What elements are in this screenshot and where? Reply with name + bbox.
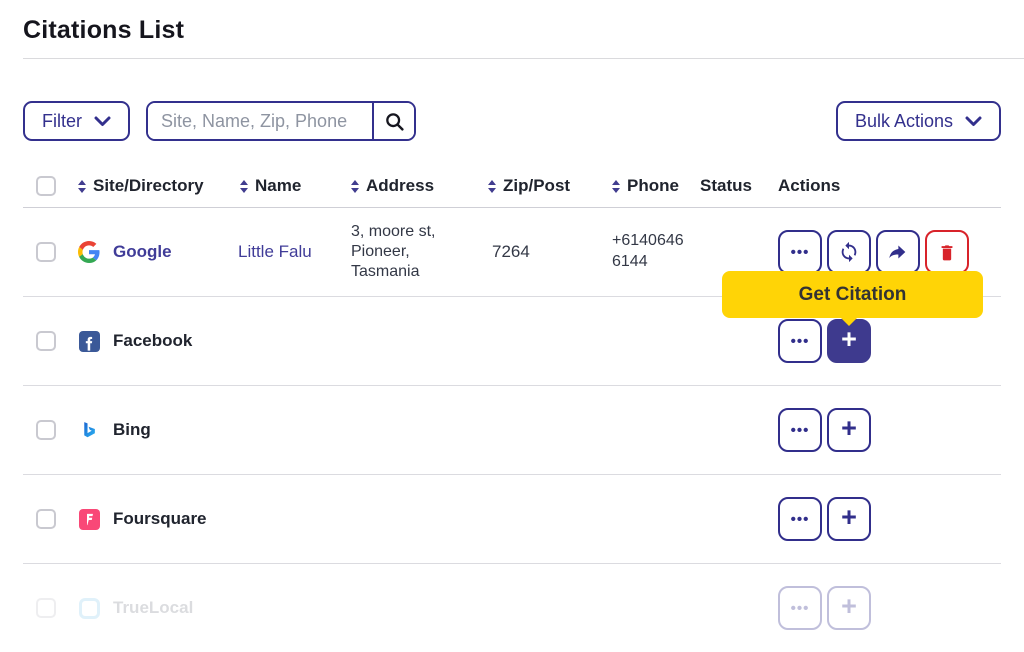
- header-status: Status: [692, 176, 768, 196]
- add-citation-button[interactable]: +: [827, 497, 871, 541]
- site-cell: Bing: [68, 419, 232, 441]
- ellipsis-icon: •••: [790, 421, 810, 439]
- site-name: Facebook: [113, 331, 193, 350]
- header-address[interactable]: Address: [345, 176, 480, 196]
- table-row: Bing ••• +: [23, 386, 1001, 475]
- get-citation-tooltip: Get Citation: [722, 271, 983, 326]
- actions-cell: ••• +: [768, 319, 1001, 363]
- bulk-actions-button[interactable]: Bulk Actions: [835, 101, 1001, 141]
- ellipsis-icon: •••: [790, 332, 810, 350]
- sort-icon: [612, 179, 620, 193]
- ellipsis-icon: •••: [790, 599, 810, 617]
- header-phone-label: Phone: [627, 176, 679, 195]
- more-actions-button[interactable]: •••: [778, 586, 822, 630]
- bing-logo-icon: [78, 419, 100, 441]
- sort-icon: [78, 179, 86, 193]
- row-checkbox[interactable]: [36, 598, 56, 618]
- site-name: Foursquare: [113, 509, 207, 528]
- more-actions-button[interactable]: •••: [778, 230, 822, 274]
- row-checkbox[interactable]: [36, 242, 56, 262]
- search-button[interactable]: [372, 103, 414, 139]
- plus-icon: +: [841, 591, 857, 621]
- chevron-down-icon: [94, 116, 111, 126]
- more-actions-button[interactable]: •••: [778, 408, 822, 452]
- add-citation-button[interactable]: +: [827, 586, 871, 630]
- header-site-directory[interactable]: Site/Directory: [68, 176, 232, 196]
- chevron-down-icon: [965, 116, 982, 126]
- header-site-label: Site/Directory: [93, 176, 204, 195]
- actions-cell: ••• +: [768, 408, 1001, 452]
- delete-button[interactable]: [925, 230, 969, 274]
- filter-label: Filter: [42, 110, 82, 131]
- actions-cell: •••: [768, 230, 1001, 274]
- bulk-actions-label: Bulk Actions: [854, 110, 953, 131]
- filter-button[interactable]: Filter: [23, 101, 130, 141]
- sort-icon: [240, 179, 248, 193]
- site-cell: Google: [68, 241, 232, 263]
- table-row: TrueLocal ••• +: [23, 564, 1001, 652]
- header-checkbox-cell: [23, 176, 68, 196]
- sync-icon: [841, 241, 857, 263]
- actions-cell: ••• +: [768, 586, 1001, 630]
- sort-icon: [351, 179, 359, 193]
- plus-icon: +: [841, 324, 857, 354]
- toolbar: Filter Bulk Actions: [23, 100, 1001, 142]
- site-name: Bing: [113, 420, 151, 439]
- citation-name[interactable]: Little Falu: [232, 242, 345, 262]
- header-address-label: Address: [366, 176, 435, 195]
- forward-arrow-icon: [889, 245, 906, 259]
- row-checkbox[interactable]: [36, 509, 56, 529]
- share-button[interactable]: [876, 230, 920, 274]
- site-cell: TrueLocal: [68, 597, 232, 619]
- header-name-label: Name: [255, 176, 302, 195]
- table-row: Foursquare ••• +: [23, 475, 1001, 564]
- header-phone[interactable]: Phone: [600, 176, 692, 196]
- site-name[interactable]: Google: [113, 242, 172, 262]
- site-cell: Foursquare: [68, 508, 232, 530]
- truelocal-logo-icon: [78, 597, 100, 619]
- citation-address: 3, moore st, Pioneer, Tasmania: [351, 222, 436, 281]
- site-name: TrueLocal: [113, 598, 194, 617]
- row-checkbox[interactable]: [36, 420, 56, 440]
- search-box: [146, 101, 416, 141]
- google-logo-icon: [78, 241, 100, 263]
- plus-icon: +: [841, 413, 857, 443]
- citation-zip: 7264: [492, 242, 530, 261]
- citation-phone: +6140646 6144: [612, 232, 684, 270]
- citations-page: Citations List Filter Bulk Actions Site/…: [0, 0, 1024, 652]
- trash-icon: [941, 245, 953, 261]
- header-status-label: Status: [700, 176, 752, 195]
- tooltip-label: Get Citation: [798, 283, 907, 305]
- more-actions-button[interactable]: •••: [778, 319, 822, 363]
- resync-button[interactable]: [827, 230, 871, 274]
- row-checkbox[interactable]: [36, 331, 56, 351]
- select-all-checkbox[interactable]: [36, 176, 56, 196]
- header-actions-label: Actions: [778, 176, 841, 195]
- search-input[interactable]: [148, 103, 372, 139]
- plus-icon: +: [841, 502, 857, 532]
- header-name[interactable]: Name: [232, 176, 345, 196]
- table-header: Site/Directory Name Address Zip/Post Pho…: [23, 165, 1001, 208]
- facebook-logo-icon: [78, 330, 100, 352]
- header-actions: Actions: [768, 176, 1001, 196]
- ellipsis-icon: •••: [790, 510, 810, 528]
- foursquare-logo-icon: [78, 508, 100, 530]
- page-title: Citations List: [23, 16, 185, 44]
- ellipsis-icon: •••: [790, 243, 810, 261]
- add-citation-button[interactable]: +: [827, 408, 871, 452]
- search-icon: [385, 112, 404, 131]
- header-zip-label: Zip/Post: [503, 176, 571, 195]
- actions-cell: ••• +: [768, 497, 1001, 541]
- more-actions-button[interactable]: •••: [778, 497, 822, 541]
- header-zip-post[interactable]: Zip/Post: [480, 176, 600, 196]
- sort-icon: [488, 179, 496, 193]
- title-divider: [23, 58, 1024, 59]
- site-cell: Facebook: [68, 330, 232, 352]
